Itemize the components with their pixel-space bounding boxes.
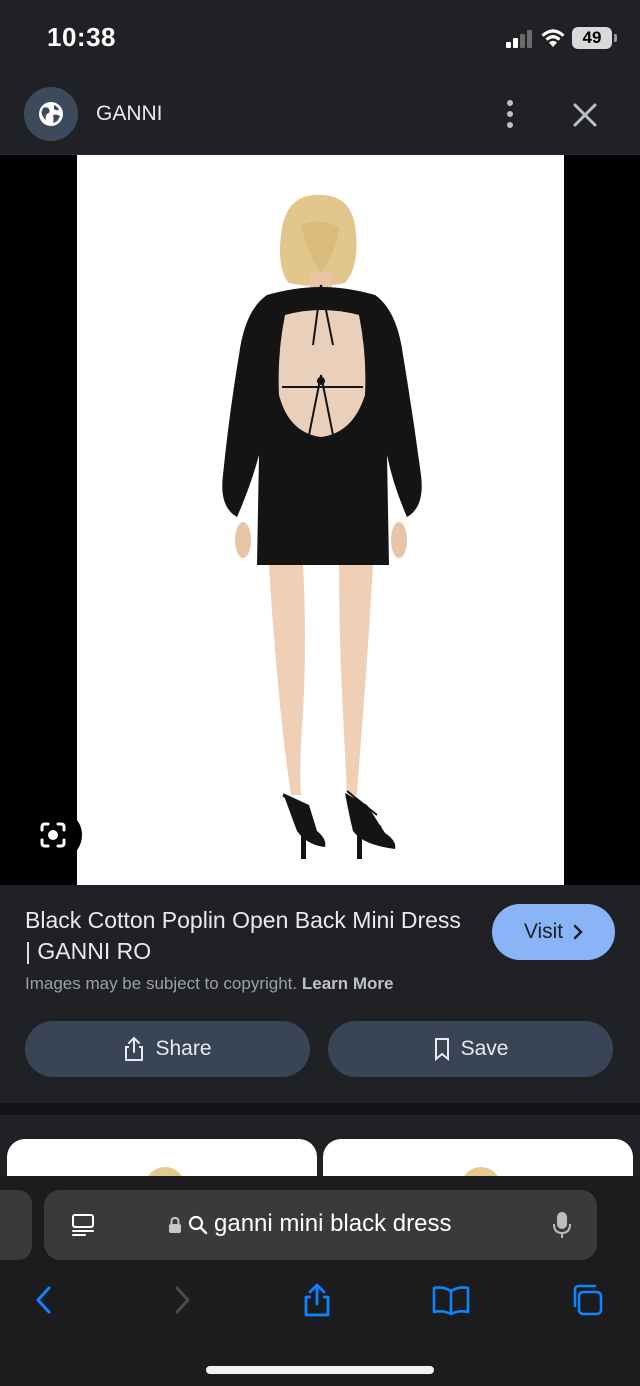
search-icon [188,1215,208,1235]
product-title[interactable]: Black Cotton Poplin Open Back Mini Dress… [25,905,465,967]
share-icon [125,1036,144,1061]
google-lens-button[interactable] [24,810,82,860]
image-viewer [0,155,640,885]
back-button[interactable] [24,1280,64,1320]
home-indicator[interactable] [206,1366,434,1374]
visit-button[interactable]: Visit [492,904,615,960]
browser-toolbar [0,1276,640,1326]
section-divider [0,1103,640,1115]
close-icon[interactable] [568,98,602,132]
google-lens-icon [40,822,66,848]
cellular-signal-icon [506,30,532,48]
tabs-button[interactable] [567,1280,607,1320]
bookmarks-icon [432,1286,470,1316]
tabs-icon [573,1284,603,1316]
share-button[interactable]: Share [25,1021,310,1077]
bookmark-icon [434,1038,449,1061]
forward-icon [175,1286,190,1314]
status-time: 10:38 [47,22,116,52]
more-options-button[interactable] [496,96,524,132]
dress-illustration [222,194,422,859]
site-name[interactable]: GANNI [96,102,163,126]
microphone-icon[interactable] [552,1210,572,1240]
reader-icon[interactable] [70,1212,96,1238]
wifi-icon [541,29,565,47]
product-image[interactable] [77,155,564,885]
save-label: Save [460,1037,509,1060]
battery-indicator: 49 [572,27,617,49]
learn-more-link[interactable]: Learn More [302,974,394,993]
visit-label: Visit [523,920,564,943]
browser-bottom-bar: ganni mini black dress [0,1176,640,1386]
bookmarks-button[interactable] [431,1280,471,1320]
copyright-text: Images may be subject to copyright. [25,974,298,993]
share-icon [304,1283,330,1317]
globe-icon [24,87,78,141]
lock-icon [169,1216,181,1233]
chevron-right-icon [573,924,583,940]
lens-result-header: GANNI [0,74,640,155]
address-bar[interactable]: ganni mini black dress [44,1190,597,1260]
forward-button[interactable] [162,1280,202,1320]
share-label: Share [155,1037,212,1060]
status-bar: 10:38 49 [0,0,640,74]
share-page-button[interactable] [297,1280,337,1320]
url-text[interactable]: ganni mini black dress [214,1210,451,1238]
more-vert-icon [507,100,513,106]
copyright-notice: Images may be subject to copyright. Lear… [25,974,394,994]
save-button[interactable]: Save [328,1021,613,1077]
back-icon [36,1286,51,1314]
previous-tab-preview[interactable] [0,1190,32,1260]
result-info-panel: Black Cotton Poplin Open Back Mini Dress… [0,885,640,1103]
